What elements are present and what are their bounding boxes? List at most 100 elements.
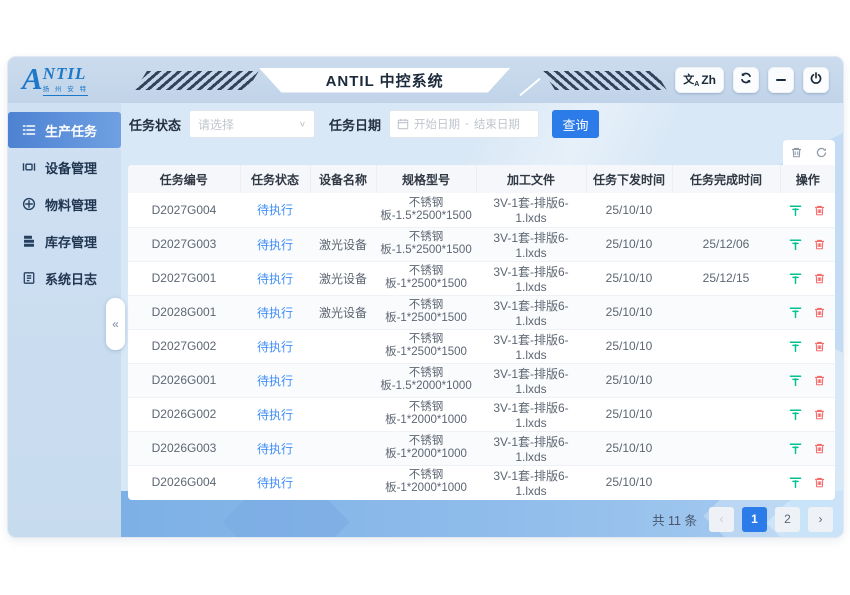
sidebar-item-material-management[interactable]: 物料管理	[8, 186, 121, 222]
table-row: D2026G003 待执行 不锈钢板-1*2000*1000 3V-1套-排版6…	[128, 431, 835, 465]
completed-time-cell	[672, 193, 780, 227]
issued-time-cell: 25/10/10	[586, 261, 672, 295]
dispatch-task-icon[interactable]	[789, 374, 802, 387]
minimize-button[interactable]	[768, 67, 794, 93]
spec-model-cell: 不锈钢板-1*2000*1000	[376, 397, 476, 431]
dispatch-task-icon[interactable]	[789, 306, 802, 319]
prev-page-button[interactable]: ‹	[709, 507, 734, 532]
dispatch-task-icon[interactable]	[789, 204, 802, 217]
task-status-cell: 待执行	[240, 363, 310, 397]
start-date-placeholder: 开始日期	[414, 116, 460, 132]
dispatch-task-icon[interactable]	[789, 442, 802, 455]
sidebar-item-system-log[interactable]: 系统日志	[8, 260, 121, 296]
task-table-card: 任务编号 任务状态 设备名称 规格型号 加工文件 任务下发时间 任务完成时间 操…	[128, 165, 835, 500]
dispatch-task-icon[interactable]	[789, 238, 802, 251]
sidebar-item-label: 生产任务	[45, 121, 97, 140]
task-id-cell: D2027G004	[128, 193, 240, 227]
next-page-button[interactable]: ›	[808, 507, 833, 532]
brand-subtitle: 扬 州 安 特	[43, 83, 88, 93]
right-stripes-decoration	[543, 71, 667, 90]
page-button-1[interactable]: 1	[742, 507, 767, 532]
task-id-cell: D2026G003	[128, 431, 240, 465]
device-name-cell	[310, 397, 376, 431]
log-icon	[21, 271, 36, 286]
refresh-table-icon[interactable]	[815, 146, 828, 159]
delete-task-icon[interactable]	[813, 476, 826, 489]
delete-task-icon[interactable]	[813, 238, 826, 251]
sidebar-item-label: 系统日志	[45, 269, 97, 288]
sidebar-item-label: 物料管理	[45, 195, 97, 214]
task-status-cell: 待执行	[240, 193, 310, 227]
chevron-right-icon: ›	[819, 512, 823, 526]
sidebar-item-inventory-management[interactable]: 库存管理	[8, 223, 121, 259]
task-status-select[interactable]: 请选择 ∨	[189, 110, 315, 138]
power-button[interactable]	[803, 67, 829, 93]
language-switch-button[interactable]: 文A Zh	[675, 67, 724, 93]
sync-icon	[739, 71, 753, 90]
spec-model-cell: 不锈钢板-1.5*2500*1500	[376, 193, 476, 227]
delete-task-icon[interactable]	[813, 374, 826, 387]
task-status-cell: 待执行	[240, 227, 310, 261]
column-header-spec-model: 规格型号	[376, 165, 476, 193]
delete-task-icon[interactable]	[813, 204, 826, 217]
title-plate: ANTIL 中控系统	[259, 68, 511, 93]
column-header-task-status: 任务状态	[240, 165, 310, 193]
column-header-issued-time: 任务下发时间	[586, 165, 672, 193]
delete-task-icon[interactable]	[813, 340, 826, 353]
process-file-cell: 3V-1套-排版6-1.lxds	[476, 397, 586, 431]
page-button-2[interactable]: 2	[775, 507, 800, 532]
completed-time-cell: 25/12/15	[672, 261, 780, 295]
table-row: D2026G002 待执行 不锈钢板-1*2000*1000 3V-1套-排版6…	[128, 397, 835, 431]
delete-task-icon[interactable]	[813, 272, 826, 285]
task-id-cell: D2028G001	[128, 295, 240, 329]
completed-time-cell	[672, 397, 780, 431]
title-accent-line	[519, 78, 540, 96]
task-status-label: 任务状态	[129, 115, 181, 134]
sidebar-item-device-management[interactable]: 设备管理	[8, 149, 121, 185]
search-button[interactable]: 查询	[552, 110, 599, 138]
delete-task-icon[interactable]	[813, 442, 826, 455]
sidebar-item-production-tasks[interactable]: 生产任务	[8, 112, 121, 148]
filter-bar: 任务状态 请选择 ∨ 任务日期 开始日期 - 结束日期 查询	[129, 109, 599, 139]
actions-cell	[780, 227, 835, 261]
spec-model-cell: 不锈钢板-1*2500*1500	[376, 295, 476, 329]
refresh-button[interactable]	[733, 67, 759, 93]
task-id-cell: D2027G001	[128, 261, 240, 295]
batch-delete-icon[interactable]	[790, 146, 803, 159]
titlebar: A NTIL 扬 州 安 特 ANTIL 中控系统 文A Zh	[8, 57, 843, 103]
column-header-completed-time: 任务完成时间	[672, 165, 780, 193]
app-window: A NTIL 扬 州 安 特 ANTIL 中控系统 文A Zh	[8, 57, 843, 537]
task-status-cell: 待执行	[240, 329, 310, 363]
date-range-separator: -	[465, 118, 469, 130]
issued-time-cell: 25/10/10	[586, 431, 672, 465]
delete-task-icon[interactable]	[813, 408, 826, 421]
completed-time-cell	[672, 295, 780, 329]
task-date-range-input[interactable]: 开始日期 - 结束日期	[389, 110, 539, 138]
select-placeholder: 请选择	[198, 116, 299, 133]
device-name-cell	[310, 431, 376, 465]
title-banner: ANTIL 中控系统	[126, 57, 675, 103]
dispatch-task-icon[interactable]	[789, 340, 802, 353]
actions-cell	[780, 431, 835, 465]
table-row: D2027G002 待执行 不锈钢板-1*2500*1500 3V-1套-排版6…	[128, 329, 835, 363]
brand-name: NTIL	[43, 66, 88, 82]
task-id-cell: D2026G001	[128, 363, 240, 397]
task-status-cell: 待执行	[240, 261, 310, 295]
spec-model-cell: 不锈钢板-1*2000*1000	[376, 465, 476, 499]
dispatch-task-icon[interactable]	[789, 408, 802, 421]
chevron-left-icon: ‹	[720, 512, 724, 526]
issued-time-cell: 25/10/10	[586, 397, 672, 431]
actions-cell	[780, 329, 835, 363]
task-id-cell: D2027G003	[128, 227, 240, 261]
dispatch-task-icon[interactable]	[789, 476, 802, 489]
device-icon	[21, 160, 36, 175]
sidebar-collapse-handle[interactable]: «	[106, 298, 125, 350]
language-label: Zh	[701, 73, 716, 87]
process-file-cell: 3V-1套-排版6-1.lxds	[476, 363, 586, 397]
dispatch-task-icon[interactable]	[789, 272, 802, 285]
issued-time-cell: 25/10/10	[586, 295, 672, 329]
spec-model-cell: 不锈钢板-1.5*2500*1500	[376, 227, 476, 261]
spec-model-cell: 不锈钢板-1*2000*1000	[376, 431, 476, 465]
device-name-cell	[310, 363, 376, 397]
delete-task-icon[interactable]	[813, 306, 826, 319]
